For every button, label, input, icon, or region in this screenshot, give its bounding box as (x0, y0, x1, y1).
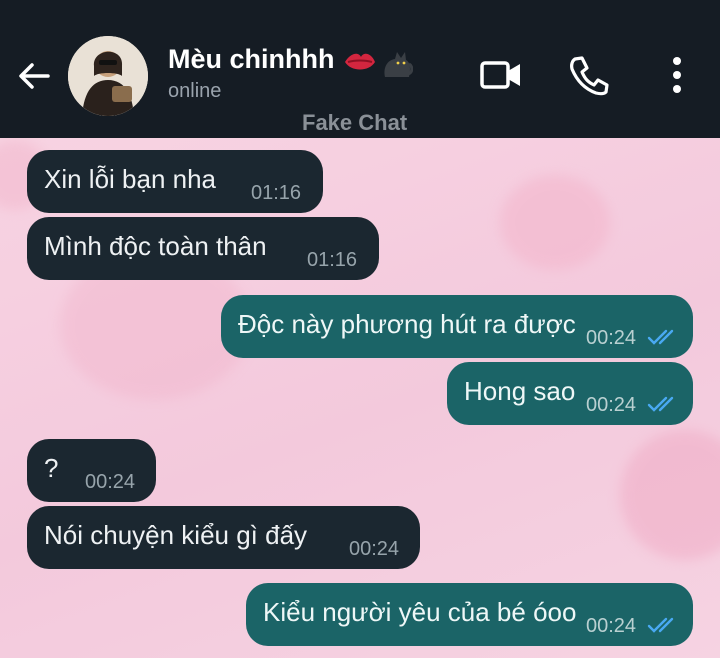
message-bubble-outgoing[interactable]: Kiểu người yêu của bé óoo 00:24 (246, 583, 693, 646)
message-text: Xin lỗi bạn nha (44, 164, 217, 194)
chat-screen: Mèu chinhhh online Fake Chat Xin lỗi bạn… (0, 0, 720, 658)
read-receipt-icon (647, 329, 674, 345)
message-text: Hong sao (464, 376, 576, 406)
phone-call-icon[interactable] (566, 52, 612, 98)
message-time: 00:24 (586, 394, 637, 416)
message-text: ? (44, 453, 59, 483)
kiss-mark-icon (345, 53, 375, 70)
message-text: Nói chuyện kiểu gì đấy (44, 520, 308, 550)
status-emojis (345, 52, 413, 77)
message-bubble-incoming[interactable]: Nói chuyện kiểu gì đấy 00:24 (27, 506, 420, 569)
message-bubble-outgoing[interactable]: Độc này phương hút ra được 00:24 (221, 295, 693, 358)
message-bubble-incoming[interactable]: Mình độc toàn thân 01:16 (27, 217, 379, 280)
contact-name[interactable]: Mèu chinhhh (168, 44, 334, 75)
message-time: 00:24 (586, 615, 637, 637)
chat-header: Mèu chinhhh online Fake Chat (0, 0, 720, 138)
fake-chat-watermark: Fake Chat (302, 110, 408, 135)
back-arrow-icon[interactable] (14, 56, 54, 96)
message-text: Mình độc toàn thân (44, 231, 267, 261)
read-receipt-icon (647, 617, 674, 633)
avatar[interactable] (68, 36, 148, 116)
message-text: Kiểu người yêu của bé óoo (263, 597, 577, 627)
video-call-icon[interactable] (478, 52, 524, 98)
message-time: 01:16 (307, 249, 358, 271)
message-bubble-incoming[interactable]: Xin lỗi bạn nha 01:16 (27, 150, 323, 213)
avatar-photo (68, 36, 148, 116)
message-bubble-outgoing[interactable]: Hong sao 00:24 (447, 362, 693, 425)
message-time: 00:24 (349, 538, 400, 560)
message-text: Độc này phương hút ra được (238, 309, 576, 339)
black-cat-icon (384, 52, 413, 77)
message-time: 00:24 (586, 327, 637, 349)
background-heart (620, 430, 720, 560)
message-bubble-incoming[interactable]: ? 00:24 (27, 439, 156, 502)
contact-status: online (168, 80, 222, 102)
message-time: 01:16 (251, 182, 302, 204)
read-receipt-icon (647, 396, 674, 412)
message-time: 00:24 (85, 471, 136, 493)
background-heart (500, 175, 610, 270)
more-options-icon[interactable] (654, 52, 700, 98)
